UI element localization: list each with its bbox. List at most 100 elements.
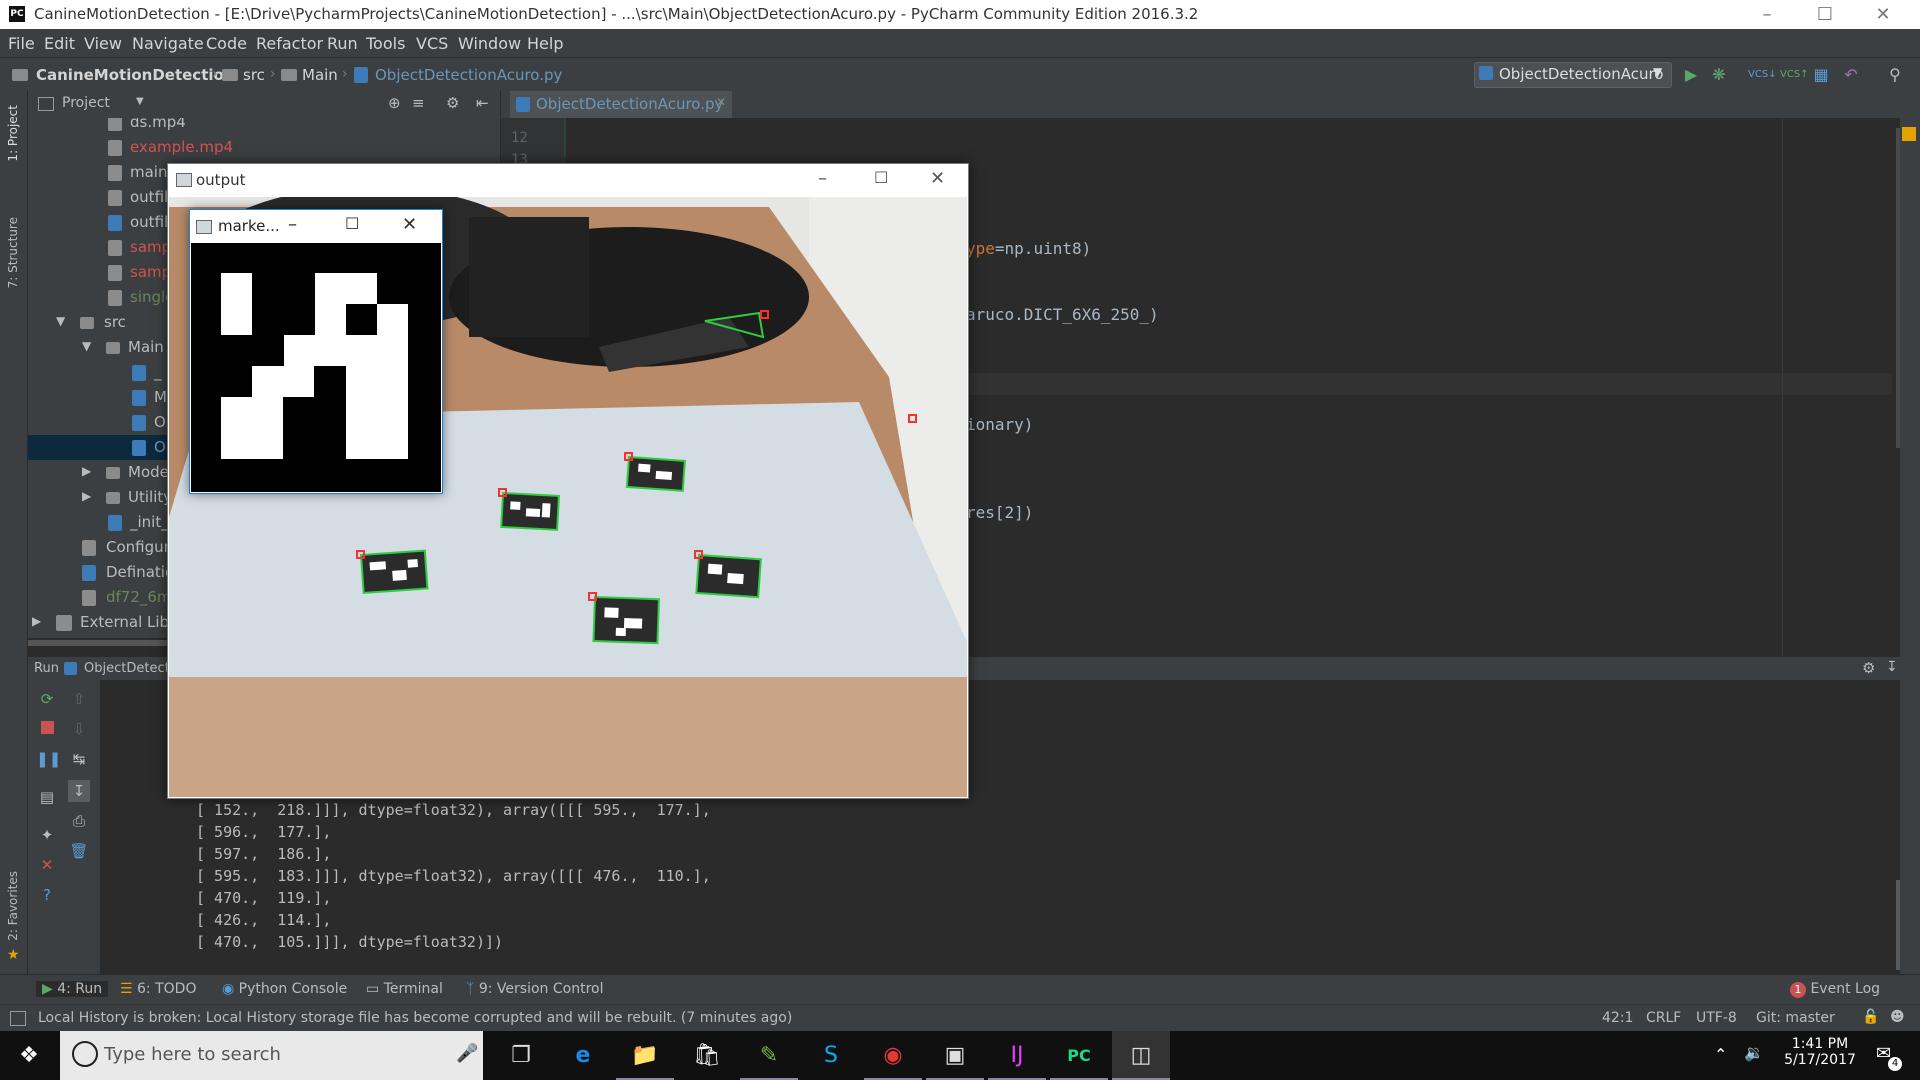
marker-window[interactable]: marke... – ☐ ✕	[189, 209, 443, 494]
menu-navigate[interactable]: Navigate	[132, 34, 204, 53]
notepad-icon[interactable]: ✎	[740, 1031, 798, 1080]
history-icon[interactable]: ▦	[1810, 64, 1832, 86]
collapse-all-icon[interactable]: ≡	[412, 94, 425, 112]
status-bar: Local History is broken: Local History s…	[0, 1004, 1920, 1032]
restore-layout-icon[interactable]: ▤	[36, 786, 58, 808]
menu-edit[interactable]: Edit	[44, 34, 75, 53]
python-file-icon	[354, 67, 368, 83]
help-icon[interactable]: ?	[36, 884, 58, 906]
run-icon[interactable]: ▶	[1680, 64, 1702, 86]
close-button[interactable]: ✕	[930, 168, 945, 189]
clock[interactable]: 1:41 PM 5/17/2017	[1780, 1036, 1860, 1068]
menu-vcs[interactable]: VCS	[416, 34, 448, 53]
taskbar-search-box[interactable]: Type here to search 🎤	[60, 1031, 483, 1080]
close-button[interactable]: ✕	[1854, 0, 1912, 29]
line-separator[interactable]: CRLF	[1646, 1010, 1681, 1026]
intellij-icon[interactable]: IJ	[988, 1031, 1046, 1080]
git-branch[interactable]: Git: master	[1756, 1010, 1835, 1026]
tree-item[interactable]: example.mp4	[28, 135, 500, 160]
command-prompt-icon[interactable]: ▣	[926, 1031, 984, 1080]
scroll-to-end-icon[interactable]: ↧	[68, 780, 90, 802]
microphone-icon[interactable]: 🎤	[456, 1043, 478, 1064]
pause-icon[interactable]: ❚❚	[36, 748, 61, 770]
menu-view[interactable]: View	[84, 34, 122, 53]
favorites-tool-tab[interactable]: 2: Favorites	[6, 871, 20, 941]
revert-icon[interactable]: ↶	[1840, 64, 1862, 86]
close-icon[interactable]: ✕	[36, 854, 58, 876]
gear-icon[interactable]: ⚙	[446, 94, 459, 112]
up-arrow-icon[interactable]: ⇧	[68, 688, 90, 710]
scroll-from-source-icon[interactable]: ⊕	[388, 94, 401, 112]
run-configuration-select[interactable]: ObjectDetectionAcuro ▼	[1474, 62, 1672, 88]
hide-panel-icon[interactable]: ⇤	[476, 94, 489, 112]
hide-panel-icon[interactable]: ↧	[1886, 659, 1898, 675]
debug-icon[interactable]: ❋	[1708, 64, 1730, 86]
caret-position[interactable]: 42:1	[1602, 1010, 1633, 1026]
close-button[interactable]: ✕	[402, 214, 417, 235]
breadcrumb-main[interactable]: Main	[302, 66, 338, 84]
print-icon[interactable]: ⎙	[68, 810, 90, 832]
terminal-tool-tab[interactable]: ▭ Terminal	[366, 981, 443, 997]
structure-tool-tab[interactable]: 7: Structure	[6, 217, 20, 288]
todo-tool-tab[interactable]: ☰ 6: TODO	[120, 981, 196, 997]
minimize-button[interactable]: –	[818, 168, 827, 189]
tool-windows-icon[interactable]	[10, 1011, 26, 1026]
marker-window-title-bar[interactable]: marke... – ☐ ✕	[190, 210, 442, 243]
trash-icon[interactable]: 🗑	[68, 840, 90, 862]
store-icon[interactable]: 🛍	[678, 1031, 736, 1080]
vcs-commit-icon[interactable]: VCS↑	[1780, 64, 1809, 86]
chrome-icon[interactable]: ◉	[864, 1031, 922, 1080]
close-icon[interactable]: ✕	[716, 95, 726, 109]
file-encoding[interactable]: UTF-8	[1696, 1010, 1737, 1026]
chevron-down-icon[interactable]: ▼	[136, 96, 144, 107]
rerun-icon[interactable]: ⟳	[36, 688, 58, 710]
project-view-select[interactable]: Project	[62, 95, 110, 111]
tree-item[interactable]: ds.mp4	[28, 118, 500, 135]
menu-window[interactable]: Window	[458, 34, 521, 53]
menu-code[interactable]: Code	[206, 34, 247, 53]
breadcrumb-src[interactable]: src	[243, 66, 265, 84]
status-message[interactable]: Local History is broken: Local History s…	[38, 1010, 792, 1026]
vcs-update-icon[interactable]: VCS↓	[1748, 64, 1777, 86]
pin-icon[interactable]: ✦	[36, 824, 58, 846]
console-line: [ 595., 183.]]], dtype=float32), array([…	[196, 867, 711, 885]
inspector-icon[interactable]: ☻	[1890, 1009, 1905, 1025]
maximize-button[interactable]: ☐	[874, 168, 888, 187]
edge-browser-icon[interactable]: e	[554, 1031, 612, 1080]
menu-run[interactable]: Run	[327, 34, 358, 53]
menu-tools[interactable]: Tools	[366, 34, 405, 53]
search-icon[interactable]: ⚲	[1884, 64, 1906, 86]
menu-help[interactable]: Help	[527, 34, 563, 53]
opencv-window-icon[interactable]: ◫	[1112, 1031, 1170, 1080]
minimize-button[interactable]: –	[288, 214, 297, 235]
project-tool-tab[interactable]: 1: Project	[6, 105, 20, 162]
minimize-button[interactable]: –	[1738, 0, 1796, 29]
output-window-title-bar[interactable]: output – ☐ ✕	[168, 164, 968, 197]
editor-tab[interactable]: ObjectDetectionAcuro.py ✕	[510, 91, 732, 118]
maximize-button[interactable]: ☐	[345, 214, 359, 233]
volume-icon[interactable]: 🔉	[1744, 1043, 1764, 1062]
stop-icon[interactable]	[36, 718, 58, 740]
event-log-tool-tab[interactable]: 1 Event Log	[1790, 981, 1880, 998]
gear-icon[interactable]: ⚙	[1862, 659, 1875, 677]
console-scrollbar[interactable]	[1896, 880, 1900, 970]
tray-chevron-up-icon[interactable]: ⌃	[1714, 1045, 1727, 1064]
run-tool-tab[interactable]: ▶ 4: Run	[36, 981, 109, 997]
file-explorer-icon[interactable]: 📁	[616, 1031, 674, 1080]
down-arrow-icon[interactable]: ⇩	[68, 718, 90, 740]
pycharm-icon[interactable]: PC	[1050, 1031, 1108, 1080]
skype-icon[interactable]: S	[802, 1031, 860, 1080]
windows-start-icon[interactable]: ❖	[0, 1031, 58, 1080]
task-view-icon[interactable]: ❐	[492, 1031, 550, 1080]
python-console-tool-tab[interactable]: ◉ Python Console	[222, 981, 347, 997]
breadcrumb-project[interactable]: CanineMotionDetection	[36, 66, 235, 84]
version-control-tool-tab[interactable]: ᛉ 9: Version Control	[466, 981, 603, 997]
console-line: [ 470., 105.]]], dtype=float32)])	[196, 933, 504, 951]
menu-file[interactable]: File	[8, 34, 35, 53]
soft-wrap-icon[interactable]: ↹	[68, 748, 90, 770]
warning-marker-icon[interactable]	[1902, 127, 1916, 141]
maximize-button[interactable]: ☐	[1796, 0, 1854, 29]
breadcrumb-file[interactable]: ObjectDetectionAcuro.py	[375, 66, 562, 84]
menu-refactor[interactable]: Refactor	[256, 34, 323, 53]
lock-icon[interactable]: 🔓	[1862, 1009, 1879, 1025]
